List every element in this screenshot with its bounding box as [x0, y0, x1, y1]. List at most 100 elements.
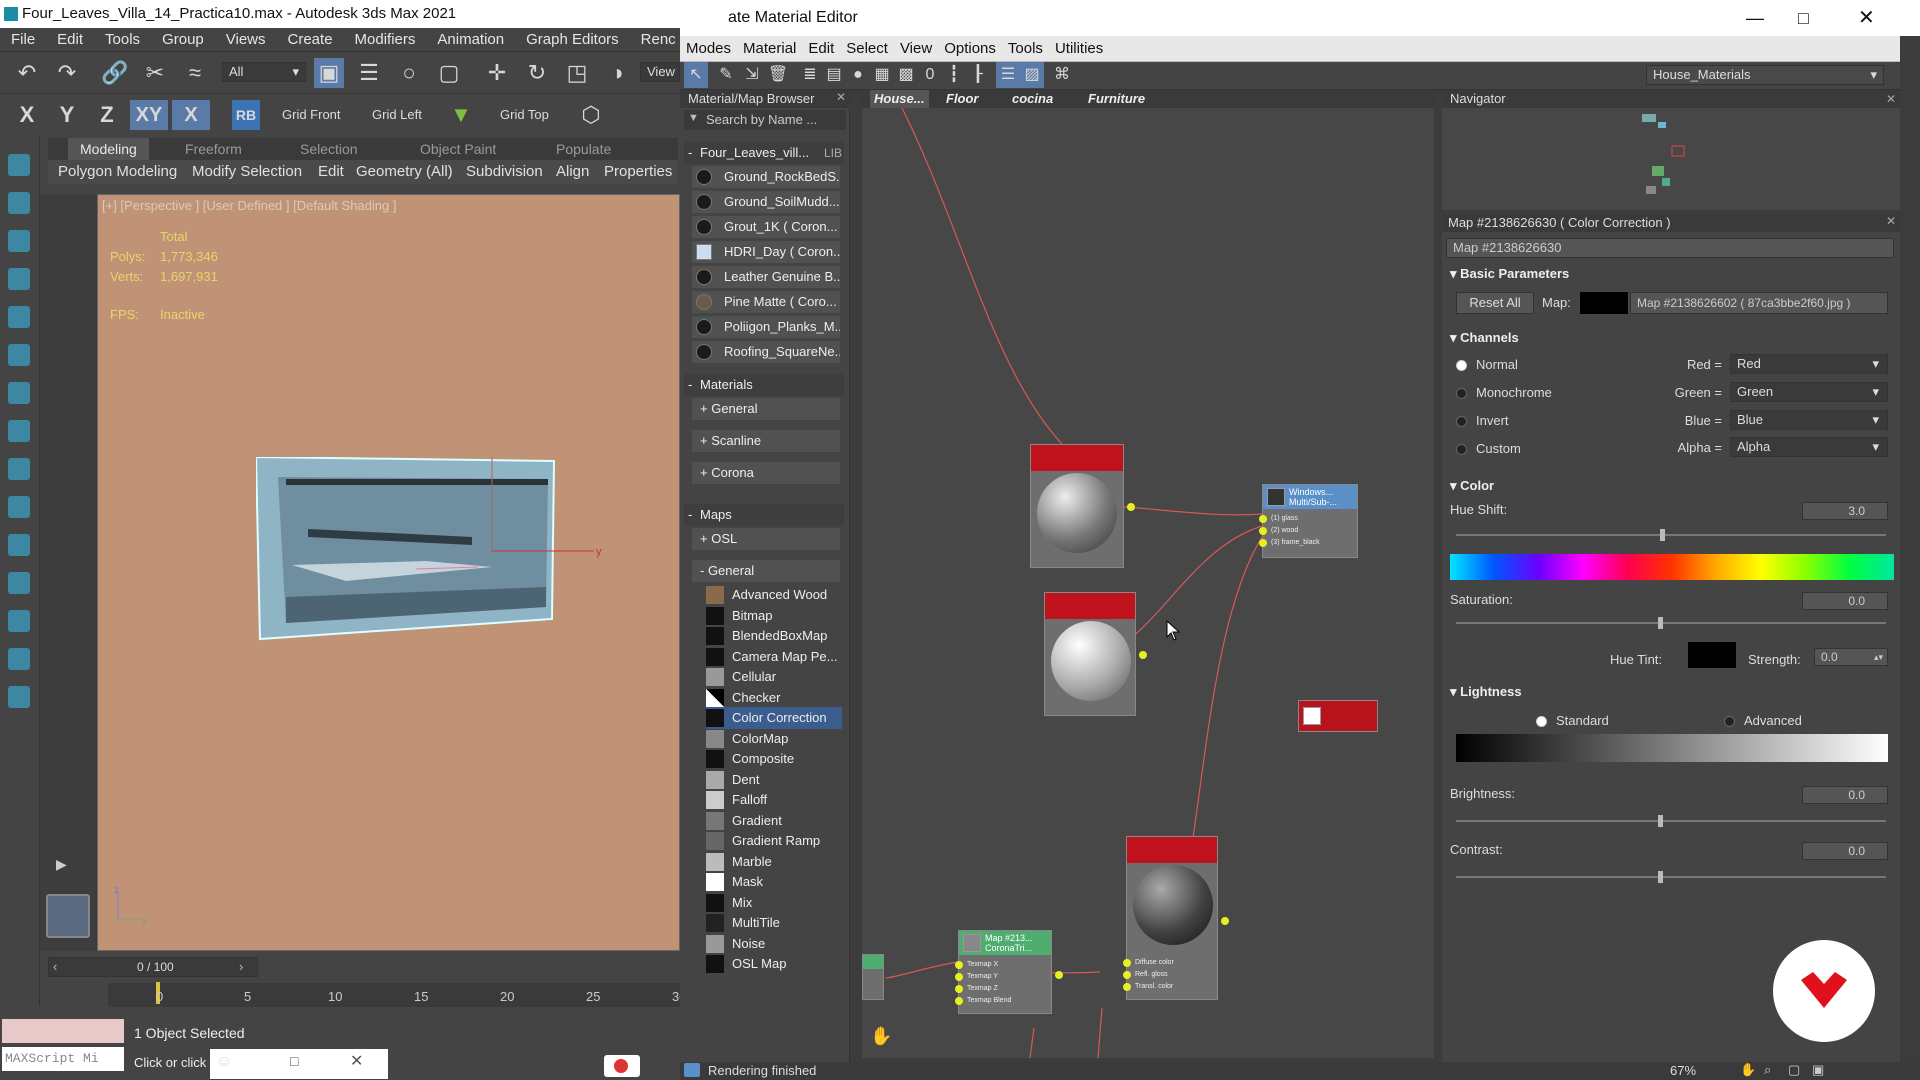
map-slot-button[interactable]: Map #2138626602 ( 87ca3bbe2f60.jpg ): [1630, 292, 1888, 314]
viewport-thumbnail[interactable]: [46, 894, 90, 938]
library-item[interactable]: Roofing_SquareNe...: [692, 341, 840, 363]
materials-group-general[interactable]: + General: [692, 398, 840, 420]
blue-channel-dropdown[interactable]: Blue ▾: [1730, 410, 1888, 430]
track-bar[interactable]: 0 5 10 15 20 25 30: [108, 983, 688, 1007]
scale-icon[interactable]: ◳: [562, 58, 592, 88]
viewport-label[interactable]: [+] [Perspective ] [User Defined ] [Defa…: [102, 198, 396, 213]
library-item[interactable]: Ground_SoilMudd...: [692, 191, 840, 213]
zero-icon[interactable]: 0: [918, 62, 942, 88]
move-children-icon[interactable]: ≣: [798, 62, 822, 88]
menu-edit[interactable]: Edit: [46, 28, 94, 52]
teapot-icon[interactable]: [8, 648, 30, 670]
walk-icon[interactable]: [8, 344, 30, 366]
radio-custom-label[interactable]: Custom: [1476, 439, 1521, 459]
xy-axis-icon[interactable]: XY: [130, 100, 168, 130]
rb-button[interactable]: RB: [232, 100, 260, 130]
time-slider[interactable]: ‹ 0 / 100 ›: [48, 957, 258, 977]
menu-edit[interactable]: Edit: [802, 36, 840, 62]
hexagon-grid-icon[interactable]: ⬡: [576, 100, 606, 130]
library-item[interactable]: HDRI_Day ( Coron...: [692, 241, 840, 263]
move-icon[interactable]: ✛: [482, 58, 512, 88]
saturation-slider-track[interactable]: [1456, 622, 1886, 624]
reference-coord-dropdown[interactable]: View: [640, 62, 680, 82]
materials-group-corona[interactable]: + Corona: [692, 462, 840, 484]
output-socket[interactable]: [1221, 917, 1229, 925]
unlink-icon[interactable]: ✂: [140, 58, 170, 88]
menu-views[interactable]: Views: [215, 28, 277, 52]
input-socket[interactable]: [1259, 527, 1267, 535]
close-icon[interactable]: ✕: [1886, 90, 1896, 108]
brightness-slider-track[interactable]: [1456, 820, 1886, 822]
radio-invert[interactable]: [1456, 416, 1467, 427]
input-socket[interactable]: [1123, 983, 1131, 991]
library-item[interactable]: Poliigon_Planks_M...: [692, 316, 840, 338]
maps-group-osl[interactable]: + OSL: [692, 528, 840, 550]
grid-top-button[interactable]: Grid Top: [500, 100, 549, 130]
input-socket[interactable]: [1123, 971, 1131, 979]
navigator-minimap[interactable]: [1632, 110, 1702, 206]
utilities-icon[interactable]: [8, 496, 30, 518]
menu-animation[interactable]: Animation: [426, 28, 515, 52]
contrast-spinner[interactable]: 0.0: [1802, 842, 1888, 860]
input-socket[interactable]: [1259, 539, 1267, 547]
zoom-extents-icon[interactable]: ▣: [1812, 1062, 1824, 1078]
radio-normal-label[interactable]: Normal: [1476, 355, 1518, 375]
input-socket[interactable]: [955, 961, 963, 969]
brightness-spinner[interactable]: 0.0: [1802, 786, 1888, 804]
radio-monochrome-label[interactable]: Monochrome: [1476, 383, 1552, 403]
motion-icon[interactable]: [8, 420, 30, 442]
menu-group[interactable]: Group: [151, 28, 215, 52]
map-item[interactable]: Camera Map Pe...: [706, 646, 842, 668]
maps-header[interactable]: - Maps: [684, 504, 844, 526]
tab-selection[interactable]: Selection: [300, 138, 358, 160]
select-by-name-icon[interactable]: ☰: [354, 58, 384, 88]
tab-modeling[interactable]: Modeling: [68, 138, 149, 160]
ribbon-modify-selection[interactable]: Modify Selection: [192, 160, 302, 184]
map-item[interactable]: ColorMap: [706, 728, 842, 750]
pan-hand-icon[interactable]: ✋: [870, 1026, 892, 1047]
material-library-dropdown[interactable]: House_Materials ▾: [1646, 65, 1884, 85]
layout-children-icon[interactable]: ┠: [966, 62, 990, 88]
menu-tools[interactable]: Tools: [94, 28, 151, 52]
helper-icon[interactable]: [8, 268, 30, 290]
channels-rollout[interactable]: ▾ Channels: [1450, 328, 1519, 348]
partial-left-node[interactable]: [862, 954, 884, 1000]
radio-advanced[interactable]: [1724, 716, 1735, 727]
menu-graph-editors[interactable]: Graph Editors: [515, 28, 630, 52]
contrast-slider-track[interactable]: [1456, 876, 1886, 878]
tab-house[interactable]: House...: [870, 90, 929, 108]
layout-icon[interactable]: ┇: [942, 62, 966, 88]
z-axis-icon[interactable]: Z: [92, 100, 122, 130]
browser-search[interactable]: ▼ Search by Name ...: [684, 110, 846, 130]
menu-modifiers[interactable]: Modifiers: [344, 28, 427, 52]
pan-icon[interactable]: ✋: [1740, 1062, 1756, 1078]
list-icon[interactable]: [8, 306, 30, 328]
maxscript-listener-pink[interactable]: [2, 1019, 124, 1043]
place-icon[interactable]: ◑: [602, 58, 632, 88]
hue-shift-spinner[interactable]: 3.0: [1802, 502, 1888, 520]
background-icon[interactable]: ▦: [870, 62, 894, 88]
grid-left-button[interactable]: Grid Left: [372, 100, 422, 130]
radio-normal[interactable]: [1456, 360, 1467, 371]
bitmap-node-partial[interactable]: [1298, 700, 1378, 732]
material-node-wood[interactable]: [1044, 592, 1136, 716]
map-item[interactable]: Gradient: [706, 810, 842, 832]
map-item[interactable]: Mix: [706, 892, 842, 914]
play-icon[interactable]: ▶: [56, 856, 67, 873]
select-object-icon[interactable]: ▣: [314, 58, 344, 88]
menu-modes[interactable]: Modes: [680, 36, 737, 62]
create-panel-icon[interactable]: [8, 154, 30, 176]
materials-header[interactable]: - Materials: [684, 374, 844, 396]
maximize-icon[interactable]: □: [290, 1053, 298, 1069]
radio-custom[interactable]: [1456, 444, 1467, 455]
ribbon-align[interactable]: Align: [556, 160, 589, 184]
input-socket[interactable]: [1259, 515, 1267, 523]
map-item[interactable]: Gradient Ramp: [706, 830, 842, 852]
tab-furniture[interactable]: Furniture: [1088, 90, 1145, 108]
window-crossing-icon[interactable]: ▢: [434, 58, 464, 88]
x-axis-icon[interactable]: X: [12, 100, 42, 130]
menu-material[interactable]: Material: [737, 36, 802, 62]
close-icon[interactable]: ✕: [836, 90, 846, 104]
material-browser-toggle-icon[interactable]: ☰: [996, 62, 1020, 88]
material-node-glass[interactable]: [1030, 444, 1124, 568]
